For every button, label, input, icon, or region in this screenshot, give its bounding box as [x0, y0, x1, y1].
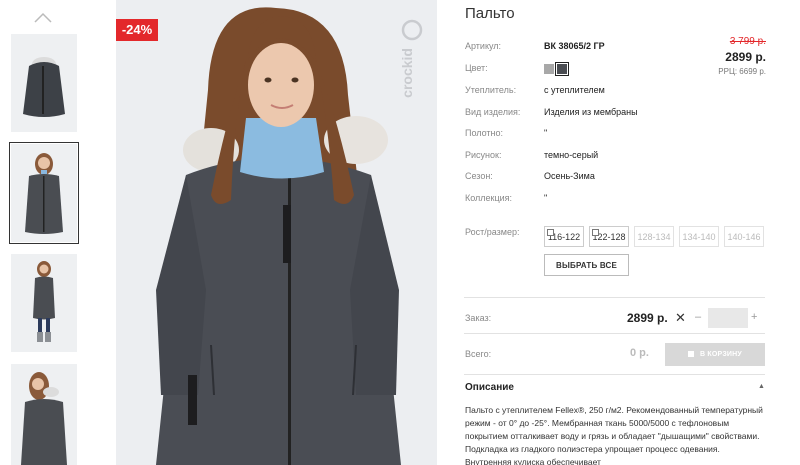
attr-value-article: ВК 38065/2 ГР [544, 41, 605, 51]
size-option-140-146[interactable]: 140-146 [724, 226, 764, 247]
increase-quantity-button[interactable]: + [751, 311, 757, 323]
collapse-description-icon[interactable]: ▲ [758, 383, 765, 390]
size-option-134-140[interactable]: 134-140 [679, 226, 719, 247]
add-to-cart-label: В КОРЗИНУ [700, 351, 742, 358]
total-price: 0 р. [630, 347, 649, 359]
size-option-128-134[interactable]: 128-134 [634, 226, 674, 247]
cart-icon [688, 351, 695, 357]
discount-badge: -24% [116, 19, 158, 41]
old-price: 3 799 р. [729, 36, 766, 47]
product-title: Пальто [465, 5, 515, 22]
attr-value-fabric: " [544, 128, 548, 138]
attr-value-insulation: с утеплителем [544, 85, 605, 95]
color-swatch-light-gray[interactable] [544, 64, 554, 74]
size-option-122-128[interactable]: 122-128 [589, 226, 629, 247]
attr-value-collection: " [544, 193, 548, 203]
attr-value-pattern: темно-серый [544, 150, 599, 160]
attr-label-type: Вид изделия: [465, 107, 521, 117]
rrc-price: РРЦ: 6699 р. [718, 67, 766, 76]
decrease-quantity-button[interactable]: – [695, 311, 701, 323]
thumbnail-column [0, 0, 90, 465]
main-product-image [116, 0, 437, 465]
description-text: Пальто с утеплителем Fellex®, 250 г/м2. … [465, 405, 763, 465]
attr-value-season: Осень-Зима [544, 171, 595, 181]
divider [464, 333, 765, 334]
size-label: Рост/размер: [465, 227, 520, 237]
chevron-up-icon[interactable] [33, 10, 53, 24]
order-label: Заказ: [465, 313, 492, 323]
attr-label-article: Артикул: [465, 41, 502, 51]
description-title: Описание [465, 382, 514, 393]
brand-logo: crockid [400, 19, 423, 98]
attr-label-insulation: Утеплитель: [465, 85, 517, 95]
svg-text:crockid: crockid [400, 48, 415, 98]
attr-label-pattern: Рисунок: [465, 150, 502, 160]
select-all-sizes-button[interactable]: ВЫБРАТЬ ВСЕ [544, 254, 629, 276]
thumbnail-2[interactable] [9, 142, 79, 244]
divider [464, 374, 765, 375]
thumbnail-4[interactable] [11, 364, 77, 465]
quantity-input[interactable] [708, 308, 748, 328]
size-option-116-122[interactable]: 116-122 [544, 226, 584, 247]
thumbnail-1[interactable] [11, 34, 77, 132]
add-to-cart-button[interactable]: В КОРЗИНУ [665, 343, 765, 366]
total-label: Всего: [465, 349, 492, 359]
attr-label-color: Цвет: [465, 63, 488, 73]
times-icon: ✕ [675, 310, 686, 325]
color-swatch-dark-gray[interactable] [555, 62, 569, 76]
divider [464, 297, 765, 298]
order-price: 2899 р. [627, 311, 668, 325]
price-block: 3 799 р. 2899 р. РРЦ: 6699 р. [718, 36, 766, 76]
attr-label-season: Сезон: [465, 171, 493, 181]
current-price: 2899 р. [725, 50, 766, 64]
thumbnail-3[interactable] [11, 254, 77, 352]
attr-label-fabric: Полотно: [465, 128, 504, 138]
attr-label-collection: Коллекция: [465, 193, 513, 203]
attr-value-type: Изделия из мембраны [544, 107, 638, 117]
